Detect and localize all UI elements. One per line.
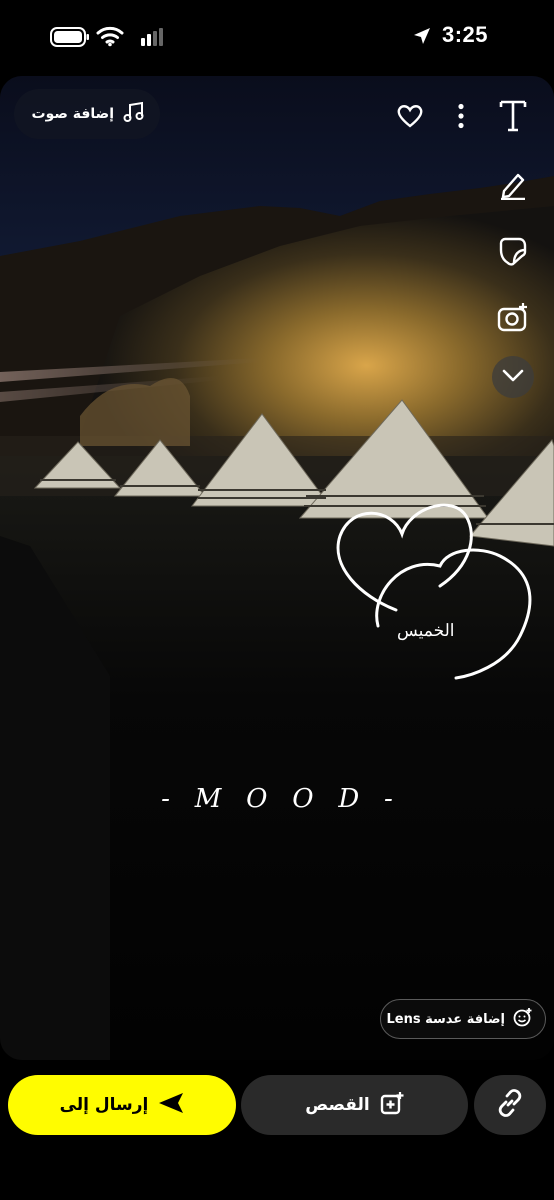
add-sound-label: إضافة صوت <box>31 106 115 122</box>
add-lens-label: إضافة عدسة Lens <box>386 1011 506 1027</box>
sticker-icon[interactable] <box>496 234 530 268</box>
send-to-label: إرسال إلى <box>59 1095 149 1115</box>
battery-icon <box>50 27 90 51</box>
chevron-down-icon <box>502 368 524 387</box>
music-note-icon <box>122 100 146 128</box>
text-tool-icon[interactable] <box>496 98 530 134</box>
day-caption[interactable]: الخميس <box>397 621 455 641</box>
snap-preview-photo[interactable] <box>0 76 554 1060</box>
wifi-icon <box>96 25 124 51</box>
smiley-plus-icon <box>513 1007 533 1031</box>
more-options-icon[interactable] <box>450 102 472 130</box>
location-arrow-icon <box>412 26 432 50</box>
link-icon <box>495 1088 525 1122</box>
send-to-button[interactable]: إرسال إلى <box>8 1075 236 1135</box>
mood-caption[interactable]: - M O O D - <box>0 784 554 814</box>
send-arrow-icon <box>158 1092 184 1118</box>
add-story-icon <box>380 1091 404 1119</box>
draw-pencil-icon[interactable] <box>496 168 530 202</box>
add-sound-button[interactable]: إضافة صوت <box>14 89 160 139</box>
cellular-signal-icon <box>140 28 164 50</box>
expand-tools-button[interactable] <box>492 356 534 398</box>
favorite-heart-icon[interactable] <box>394 102 426 130</box>
status-bar: 3:25 <box>0 0 554 76</box>
stories-button[interactable]: القصص <box>241 1075 468 1135</box>
add-lens-button[interactable]: إضافة عدسة Lens <box>380 999 546 1039</box>
status-time: 3:25 <box>441 22 488 47</box>
camera-lens-icon[interactable] <box>496 300 530 334</box>
night-camp-photo <box>0 76 554 1060</box>
stories-label: القصص <box>305 1095 370 1115</box>
link-button[interactable] <box>474 1075 546 1135</box>
